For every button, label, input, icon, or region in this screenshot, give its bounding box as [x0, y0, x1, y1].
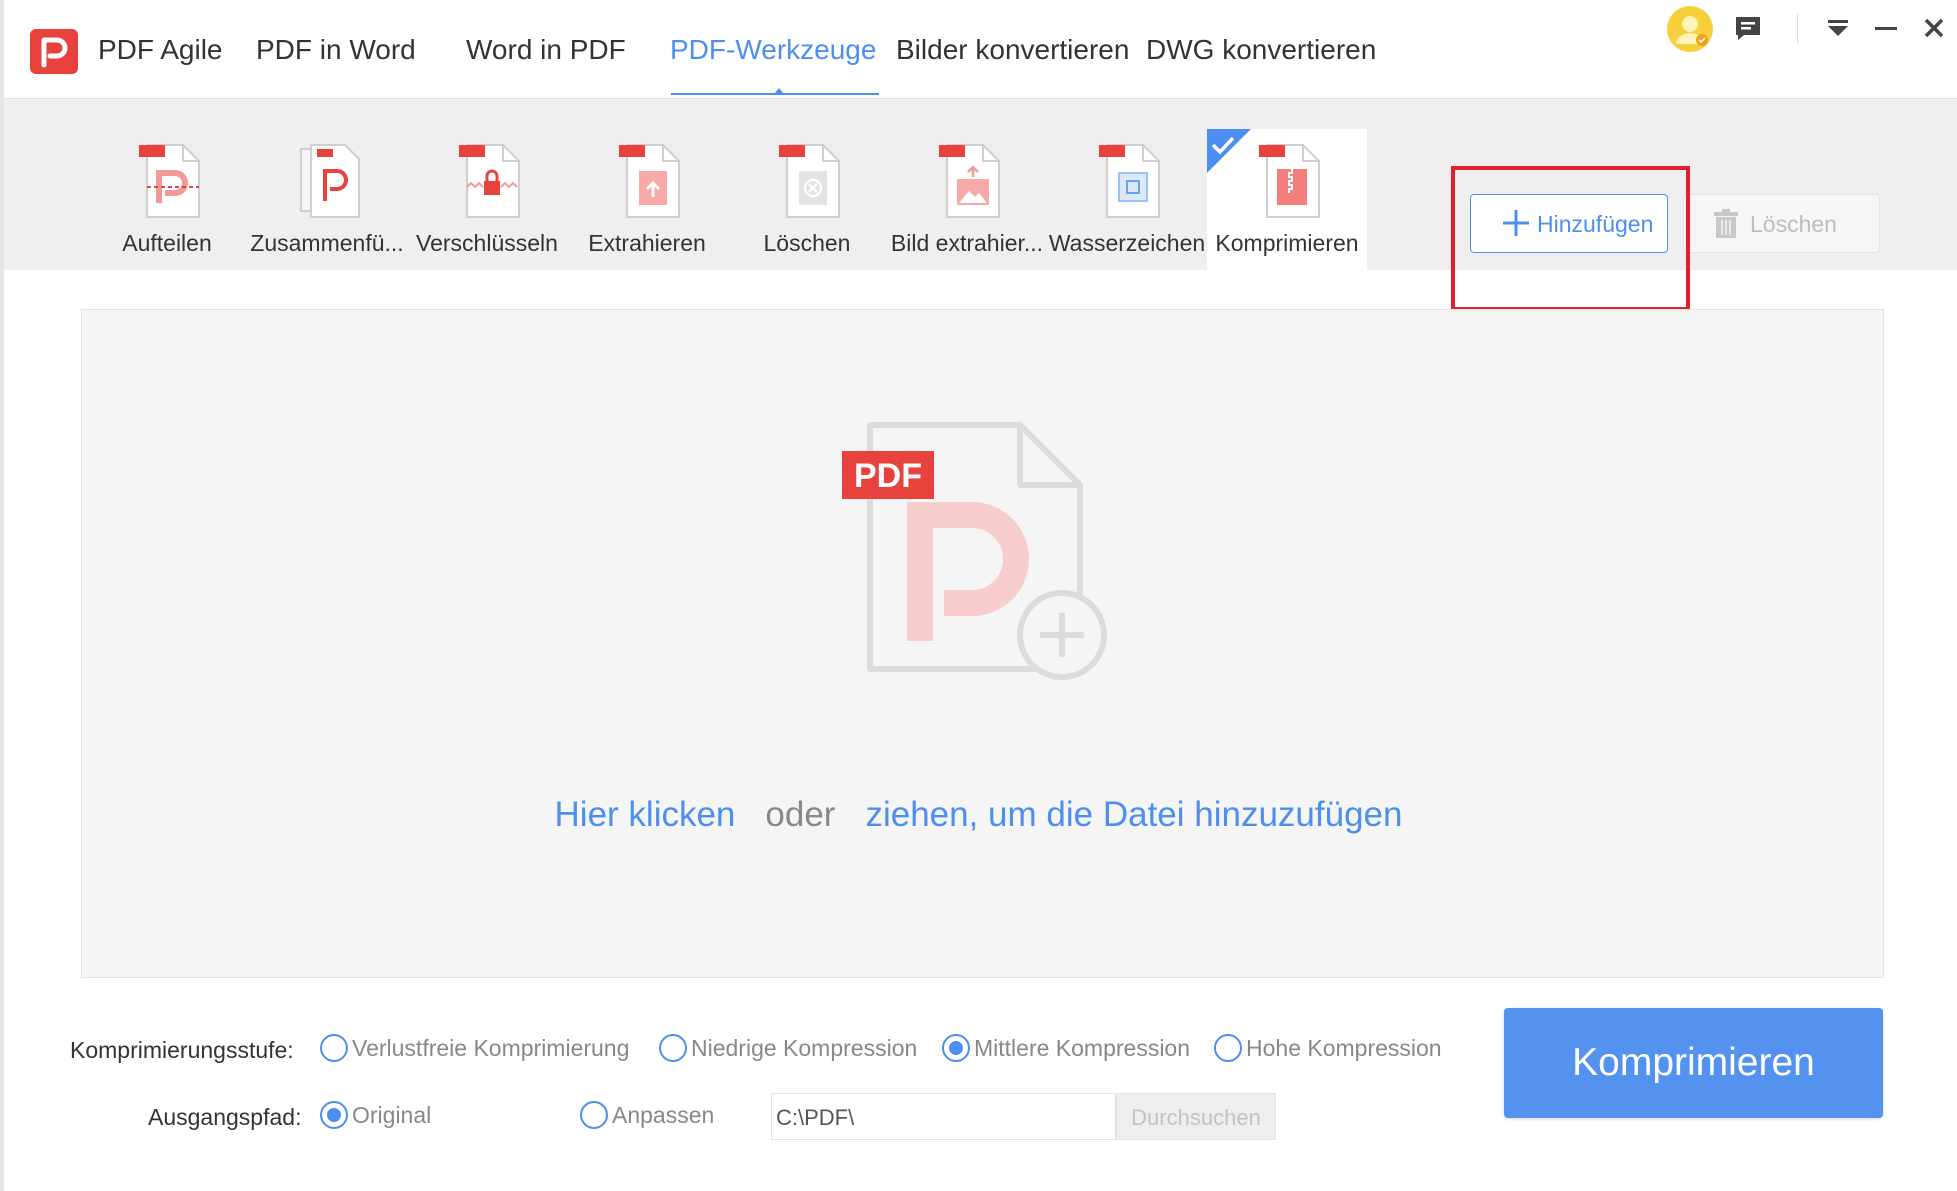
- radio-medium[interactable]: Mittlere Kompression: [942, 1034, 1190, 1062]
- extract-pdf-icon: [619, 144, 680, 218]
- output-path-field[interactable]: C:\PDF\: [771, 1093, 1116, 1140]
- selected-check-icon: [1207, 129, 1251, 173]
- radio-low-label: Niedrige Kompression: [691, 1034, 918, 1061]
- split-pdf-icon: [139, 144, 200, 218]
- tool-label-komprimieren: Komprimieren: [1215, 230, 1359, 256]
- tool-komprimieren[interactable]: Komprimieren: [1207, 129, 1367, 270]
- top-navigation-bar: PDF Agile PDF in Word Word in PDF PDF-We…: [4, 0, 1957, 99]
- compression-level-label: Komprimierungsstufe:: [70, 1037, 294, 1063]
- tool-label-zusammenfuegen: Zusammenfü...: [250, 230, 404, 256]
- tool-extrahieren[interactable]: Extrahieren: [567, 129, 727, 270]
- tab-dwg-konvertieren[interactable]: DWG konvertieren: [1146, 34, 1376, 66]
- radio-lossless-label: Verlustfreie Komprimierung: [352, 1034, 630, 1061]
- radio-output-original-label: Original: [352, 1101, 432, 1128]
- radio-output-custom[interactable]: Anpassen: [580, 1101, 714, 1129]
- radio-output-custom-label: Anpassen: [612, 1101, 715, 1128]
- tool-verschluesseln[interactable]: Verschlüsseln: [407, 129, 567, 270]
- radio-medium-label: Mittlere Kompression: [974, 1034, 1191, 1061]
- click-here-link[interactable]: Hier klicken: [555, 795, 736, 834]
- encrypt-pdf-icon: [459, 144, 520, 218]
- or-text: oder: [765, 795, 836, 834]
- delete-pages-icon: [779, 144, 840, 218]
- close-icon[interactable]: [1918, 12, 1950, 44]
- radio-low-circle: [659, 1034, 687, 1062]
- active-tab-caret-icon: [774, 88, 784, 94]
- user-avatar-icon[interactable]: [1667, 6, 1713, 52]
- merge-pdf-icon: [300, 144, 360, 218]
- tool-loeschen[interactable]: Löschen: [727, 129, 887, 270]
- compress-pdf-icon: [1259, 144, 1320, 218]
- delete-file-button-label: Löschen: [1750, 211, 1837, 237]
- tool-zusammenfuegen[interactable]: Zusammenfü...: [247, 129, 407, 270]
- radio-output-custom-circle: [580, 1101, 608, 1129]
- radio-lossless[interactable]: Verlustfreie Komprimierung: [320, 1034, 629, 1062]
- tab-pdf-in-word[interactable]: PDF in Word: [256, 34, 416, 66]
- tab-word-in-pdf[interactable]: Word in PDF: [466, 34, 626, 66]
- radio-high[interactable]: Hohe Kompression: [1214, 1034, 1442, 1062]
- radio-high-label: Hohe Kompression: [1246, 1034, 1442, 1061]
- window-controls-separator: [1797, 14, 1798, 44]
- feedback-icon[interactable]: [1732, 12, 1764, 44]
- add-pdf-file-icon: PDF: [842, 422, 1107, 680]
- app-name[interactable]: PDF Agile: [98, 34, 223, 66]
- compress-button[interactable]: Komprimieren: [1504, 1008, 1883, 1118]
- trash-icon: [1714, 209, 1738, 238]
- radio-lossless-circle: [320, 1034, 348, 1062]
- app-window: PDF Agile PDF in Word Word in PDF PDF-We…: [0, 0, 1957, 1191]
- browse-button[interactable]: Durchsuchen: [1116, 1093, 1276, 1140]
- output-path-label: Ausgangspfad:: [148, 1104, 302, 1130]
- tool-label-wasserzeichen: Wasserzeichen: [1048, 230, 1206, 256]
- extract-image-icon: [939, 144, 1000, 218]
- tool-label-loeschen: Löschen: [763, 230, 851, 256]
- radio-output-original-circle: [320, 1101, 348, 1129]
- radio-low[interactable]: Niedrige Kompression: [659, 1034, 917, 1062]
- tool-bild-extrahieren[interactable]: Bild extrahier...: [887, 129, 1047, 270]
- menu-dropdown-icon[interactable]: [1822, 12, 1854, 44]
- pdf-badge-text: PDF: [854, 457, 922, 495]
- tool-label-aufteilen: Aufteilen: [122, 230, 212, 256]
- tool-label-verschluesseln: Verschlüsseln: [416, 230, 558, 256]
- radio-high-circle: [1214, 1034, 1242, 1062]
- tool-aufteilen[interactable]: Aufteilen: [87, 129, 247, 270]
- drag-text-link[interactable]: ziehen, um die Datei hinzuzufügen: [865, 795, 1402, 834]
- delete-file-button[interactable]: Löschen: [1683, 194, 1880, 253]
- minimize-icon[interactable]: [1870, 12, 1902, 44]
- tab-bilder-konvertieren[interactable]: Bilder konvertieren: [896, 34, 1129, 66]
- annotation-highlight-box: [1451, 166, 1690, 311]
- watermark-icon: [1099, 144, 1160, 218]
- pdf-agile-logo-icon: [30, 29, 78, 74]
- radio-output-original[interactable]: Original: [320, 1101, 431, 1129]
- tool-wasserzeichen[interactable]: Wasserzeichen: [1047, 129, 1207, 270]
- tool-label-bild-extrahieren: Bild extrahier...: [890, 230, 1044, 256]
- tool-label-extrahieren: Extrahieren: [588, 230, 706, 256]
- radio-medium-circle: [942, 1034, 970, 1062]
- tab-pdf-werkzeuge[interactable]: PDF-Werkzeuge: [670, 34, 876, 66]
- drop-instruction: Hier klicken oder ziehen, um die Datei hin…: [0, 795, 1957, 835]
